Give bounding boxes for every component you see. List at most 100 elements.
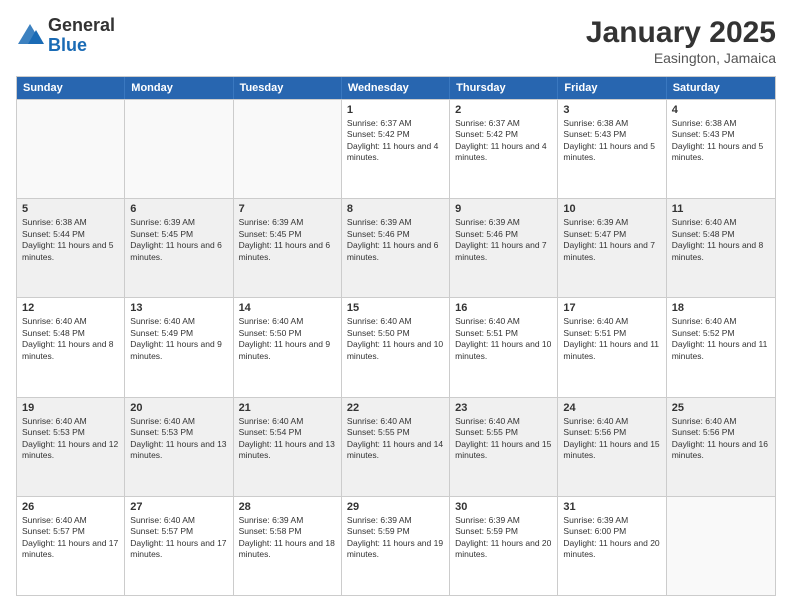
- cal-cell-r0-c1: [125, 100, 233, 198]
- cal-cell-r1-c3: 8 Sunrise: 6:39 AM Sunset: 5:46 PM Daylig…: [342, 199, 450, 297]
- calendar-body: 1 Sunrise: 6:37 AM Sunset: 5:42 PM Daylig…: [17, 99, 775, 595]
- cal-cell-r2-c6: 18 Sunrise: 6:40 AM Sunset: 5:52 PM Dayli…: [667, 298, 775, 396]
- day-number: 15: [347, 302, 444, 314]
- cal-cell-r3-c4: 23Sunrise: 6:40 AM Sunset: 5:55 PM Dayli…: [450, 398, 558, 496]
- day-info: Sunrise: 6:40 AM Sunset: 5:53 PM Dayligh…: [130, 416, 227, 462]
- header-sunday: Sunday: [17, 77, 125, 99]
- day-number: 18: [672, 302, 770, 314]
- cal-cell-r1-c5: 10 Sunrise: 6:39 AM Sunset: 5:47 PM Dayli…: [558, 199, 666, 297]
- day-info: Sunrise: 6:40 AM Sunset: 5:48 PM Dayligh…: [672, 217, 770, 263]
- day-number: 11: [672, 203, 770, 215]
- cal-cell-r0-c0: [17, 100, 125, 198]
- day-info: Sunrise: 6:40 AM Sunset: 5:54 PM Dayligh…: [239, 416, 336, 462]
- cal-cell-r0-c3: 1 Sunrise: 6:37 AM Sunset: 5:42 PM Daylig…: [342, 100, 450, 198]
- logo-general: General: [48, 15, 115, 35]
- cal-cell-r4-c1: 27 Sunrise: 6:40 AM Sunset: 5:57 PM Dayli…: [125, 497, 233, 595]
- day-number: 14: [239, 302, 336, 314]
- day-number: 19: [22, 402, 119, 414]
- day-number: 2: [455, 104, 552, 116]
- cal-cell-r4-c3: 29 Sunrise: 6:39 AM Sunset: 5:59 PM Dayli…: [342, 497, 450, 595]
- day-info: Sunrise: 6:40 AM Sunset: 5:56 PM Dayligh…: [563, 416, 660, 462]
- cal-row-2: 12 Sunrise: 6:40 AM Sunset: 5:48 PM Dayli…: [17, 297, 775, 396]
- day-number: 27: [130, 501, 227, 513]
- header-friday: Friday: [558, 77, 666, 99]
- cal-cell-r1-c6: 11 Sunrise: 6:40 AM Sunset: 5:48 PM Dayli…: [667, 199, 775, 297]
- cal-cell-r0-c2: [234, 100, 342, 198]
- cal-cell-r4-c6: [667, 497, 775, 595]
- day-info: Sunrise: 6:40 AM Sunset: 5:57 PM Dayligh…: [130, 515, 227, 561]
- cal-cell-r4-c0: 26 Sunrise: 6:40 AM Sunset: 5:57 PM Dayli…: [17, 497, 125, 595]
- day-info: Sunrise: 6:39 AM Sunset: 5:45 PM Dayligh…: [130, 217, 227, 263]
- cal-row-1: 5Sunrise: 6:38 AM Sunset: 5:44 PM Daylig…: [17, 198, 775, 297]
- title-block: January 2025 Easington, Jamaica: [586, 16, 776, 66]
- header-thursday: Thursday: [450, 77, 558, 99]
- cal-cell-r2-c3: 15 Sunrise: 6:40 AM Sunset: 5:50 PM Dayli…: [342, 298, 450, 396]
- day-number: 21: [239, 402, 336, 414]
- day-info: Sunrise: 6:40 AM Sunset: 5:50 PM Dayligh…: [239, 316, 336, 362]
- cal-cell-r0-c5: 3 Sunrise: 6:38 AM Sunset: 5:43 PM Daylig…: [558, 100, 666, 198]
- day-info: Sunrise: 6:38 AM Sunset: 5:43 PM Dayligh…: [563, 118, 660, 164]
- cal-cell-r1-c2: 7 Sunrise: 6:39 AM Sunset: 5:45 PM Daylig…: [234, 199, 342, 297]
- day-number: 6: [130, 203, 227, 215]
- header-wednesday: Wednesday: [342, 77, 450, 99]
- header-saturday: Saturday: [667, 77, 775, 99]
- cal-cell-r2-c1: 13Sunrise: 6:40 AM Sunset: 5:49 PM Dayli…: [125, 298, 233, 396]
- day-number: 25: [672, 402, 770, 414]
- day-number: 9: [455, 203, 552, 215]
- logo-text: General Blue: [48, 16, 115, 56]
- day-number: 7: [239, 203, 336, 215]
- day-number: 4: [672, 104, 770, 116]
- day-number: 26: [22, 501, 119, 513]
- day-info: Sunrise: 6:40 AM Sunset: 5:48 PM Dayligh…: [22, 316, 119, 362]
- logo-icon: [16, 22, 44, 50]
- day-info: Sunrise: 6:40 AM Sunset: 5:52 PM Dayligh…: [672, 316, 770, 362]
- header-tuesday: Tuesday: [234, 77, 342, 99]
- day-info: Sunrise: 6:39 AM Sunset: 5:47 PM Dayligh…: [563, 217, 660, 263]
- day-number: 20: [130, 402, 227, 414]
- day-number: 5: [22, 203, 119, 215]
- cal-cell-r1-c4: 9 Sunrise: 6:39 AM Sunset: 5:46 PM Daylig…: [450, 199, 558, 297]
- day-number: 13: [130, 302, 227, 314]
- day-info: Sunrise: 6:40 AM Sunset: 5:50 PM Dayligh…: [347, 316, 444, 362]
- day-number: 10: [563, 203, 660, 215]
- cal-cell-r0-c6: 4Sunrise: 6:38 AM Sunset: 5:43 PM Daylig…: [667, 100, 775, 198]
- day-info: Sunrise: 6:39 AM Sunset: 5:46 PM Dayligh…: [455, 217, 552, 263]
- day-info: Sunrise: 6:39 AM Sunset: 6:00 PM Dayligh…: [563, 515, 660, 561]
- day-info: Sunrise: 6:37 AM Sunset: 5:42 PM Dayligh…: [347, 118, 444, 164]
- day-number: 1: [347, 104, 444, 116]
- location: Easington, Jamaica: [586, 50, 776, 66]
- logo: General Blue: [16, 16, 115, 56]
- cal-row-0: 1 Sunrise: 6:37 AM Sunset: 5:42 PM Daylig…: [17, 99, 775, 198]
- cal-cell-r3-c1: 20 Sunrise: 6:40 AM Sunset: 5:53 PM Dayli…: [125, 398, 233, 496]
- cal-cell-r4-c4: 30 Sunrise: 6:39 AM Sunset: 5:59 PM Dayli…: [450, 497, 558, 595]
- month-title: January 2025: [586, 16, 776, 50]
- day-number: 29: [347, 501, 444, 513]
- header-monday: Monday: [125, 77, 233, 99]
- day-number: 24: [563, 402, 660, 414]
- day-number: 8: [347, 203, 444, 215]
- day-info: Sunrise: 6:39 AM Sunset: 5:46 PM Dayligh…: [347, 217, 444, 263]
- calendar: Sunday Monday Tuesday Wednesday Thursday…: [16, 76, 776, 596]
- day-number: 3: [563, 104, 660, 116]
- cal-cell-r2-c0: 12 Sunrise: 6:40 AM Sunset: 5:48 PM Dayli…: [17, 298, 125, 396]
- page: General Blue January 2025 Easington, Jam…: [0, 0, 792, 612]
- logo-blue: Blue: [48, 35, 87, 55]
- day-info: Sunrise: 6:40 AM Sunset: 5:57 PM Dayligh…: [22, 515, 119, 561]
- day-number: 22: [347, 402, 444, 414]
- day-number: 31: [563, 501, 660, 513]
- cal-cell-r2-c5: 17Sunrise: 6:40 AM Sunset: 5:51 PM Dayli…: [558, 298, 666, 396]
- cal-cell-r3-c3: 22 Sunrise: 6:40 AM Sunset: 5:55 PM Dayli…: [342, 398, 450, 496]
- calendar-header: Sunday Monday Tuesday Wednesday Thursday…: [17, 77, 775, 99]
- cal-cell-r3-c2: 21 Sunrise: 6:40 AM Sunset: 5:54 PM Dayli…: [234, 398, 342, 496]
- cal-row-3: 19 Sunrise: 6:40 AM Sunset: 5:53 PM Dayli…: [17, 397, 775, 496]
- day-info: Sunrise: 6:40 AM Sunset: 5:51 PM Dayligh…: [455, 316, 552, 362]
- day-info: Sunrise: 6:40 AM Sunset: 5:55 PM Dayligh…: [347, 416, 444, 462]
- cal-cell-r2-c4: 16 Sunrise: 6:40 AM Sunset: 5:51 PM Dayli…: [450, 298, 558, 396]
- day-info: Sunrise: 6:39 AM Sunset: 5:59 PM Dayligh…: [455, 515, 552, 561]
- day-info: Sunrise: 6:40 AM Sunset: 5:55 PM Dayligh…: [455, 416, 552, 462]
- day-number: 12: [22, 302, 119, 314]
- day-number: 30: [455, 501, 552, 513]
- day-info: Sunrise: 6:39 AM Sunset: 5:59 PM Dayligh…: [347, 515, 444, 561]
- day-number: 16: [455, 302, 552, 314]
- day-info: Sunrise: 6:39 AM Sunset: 5:45 PM Dayligh…: [239, 217, 336, 263]
